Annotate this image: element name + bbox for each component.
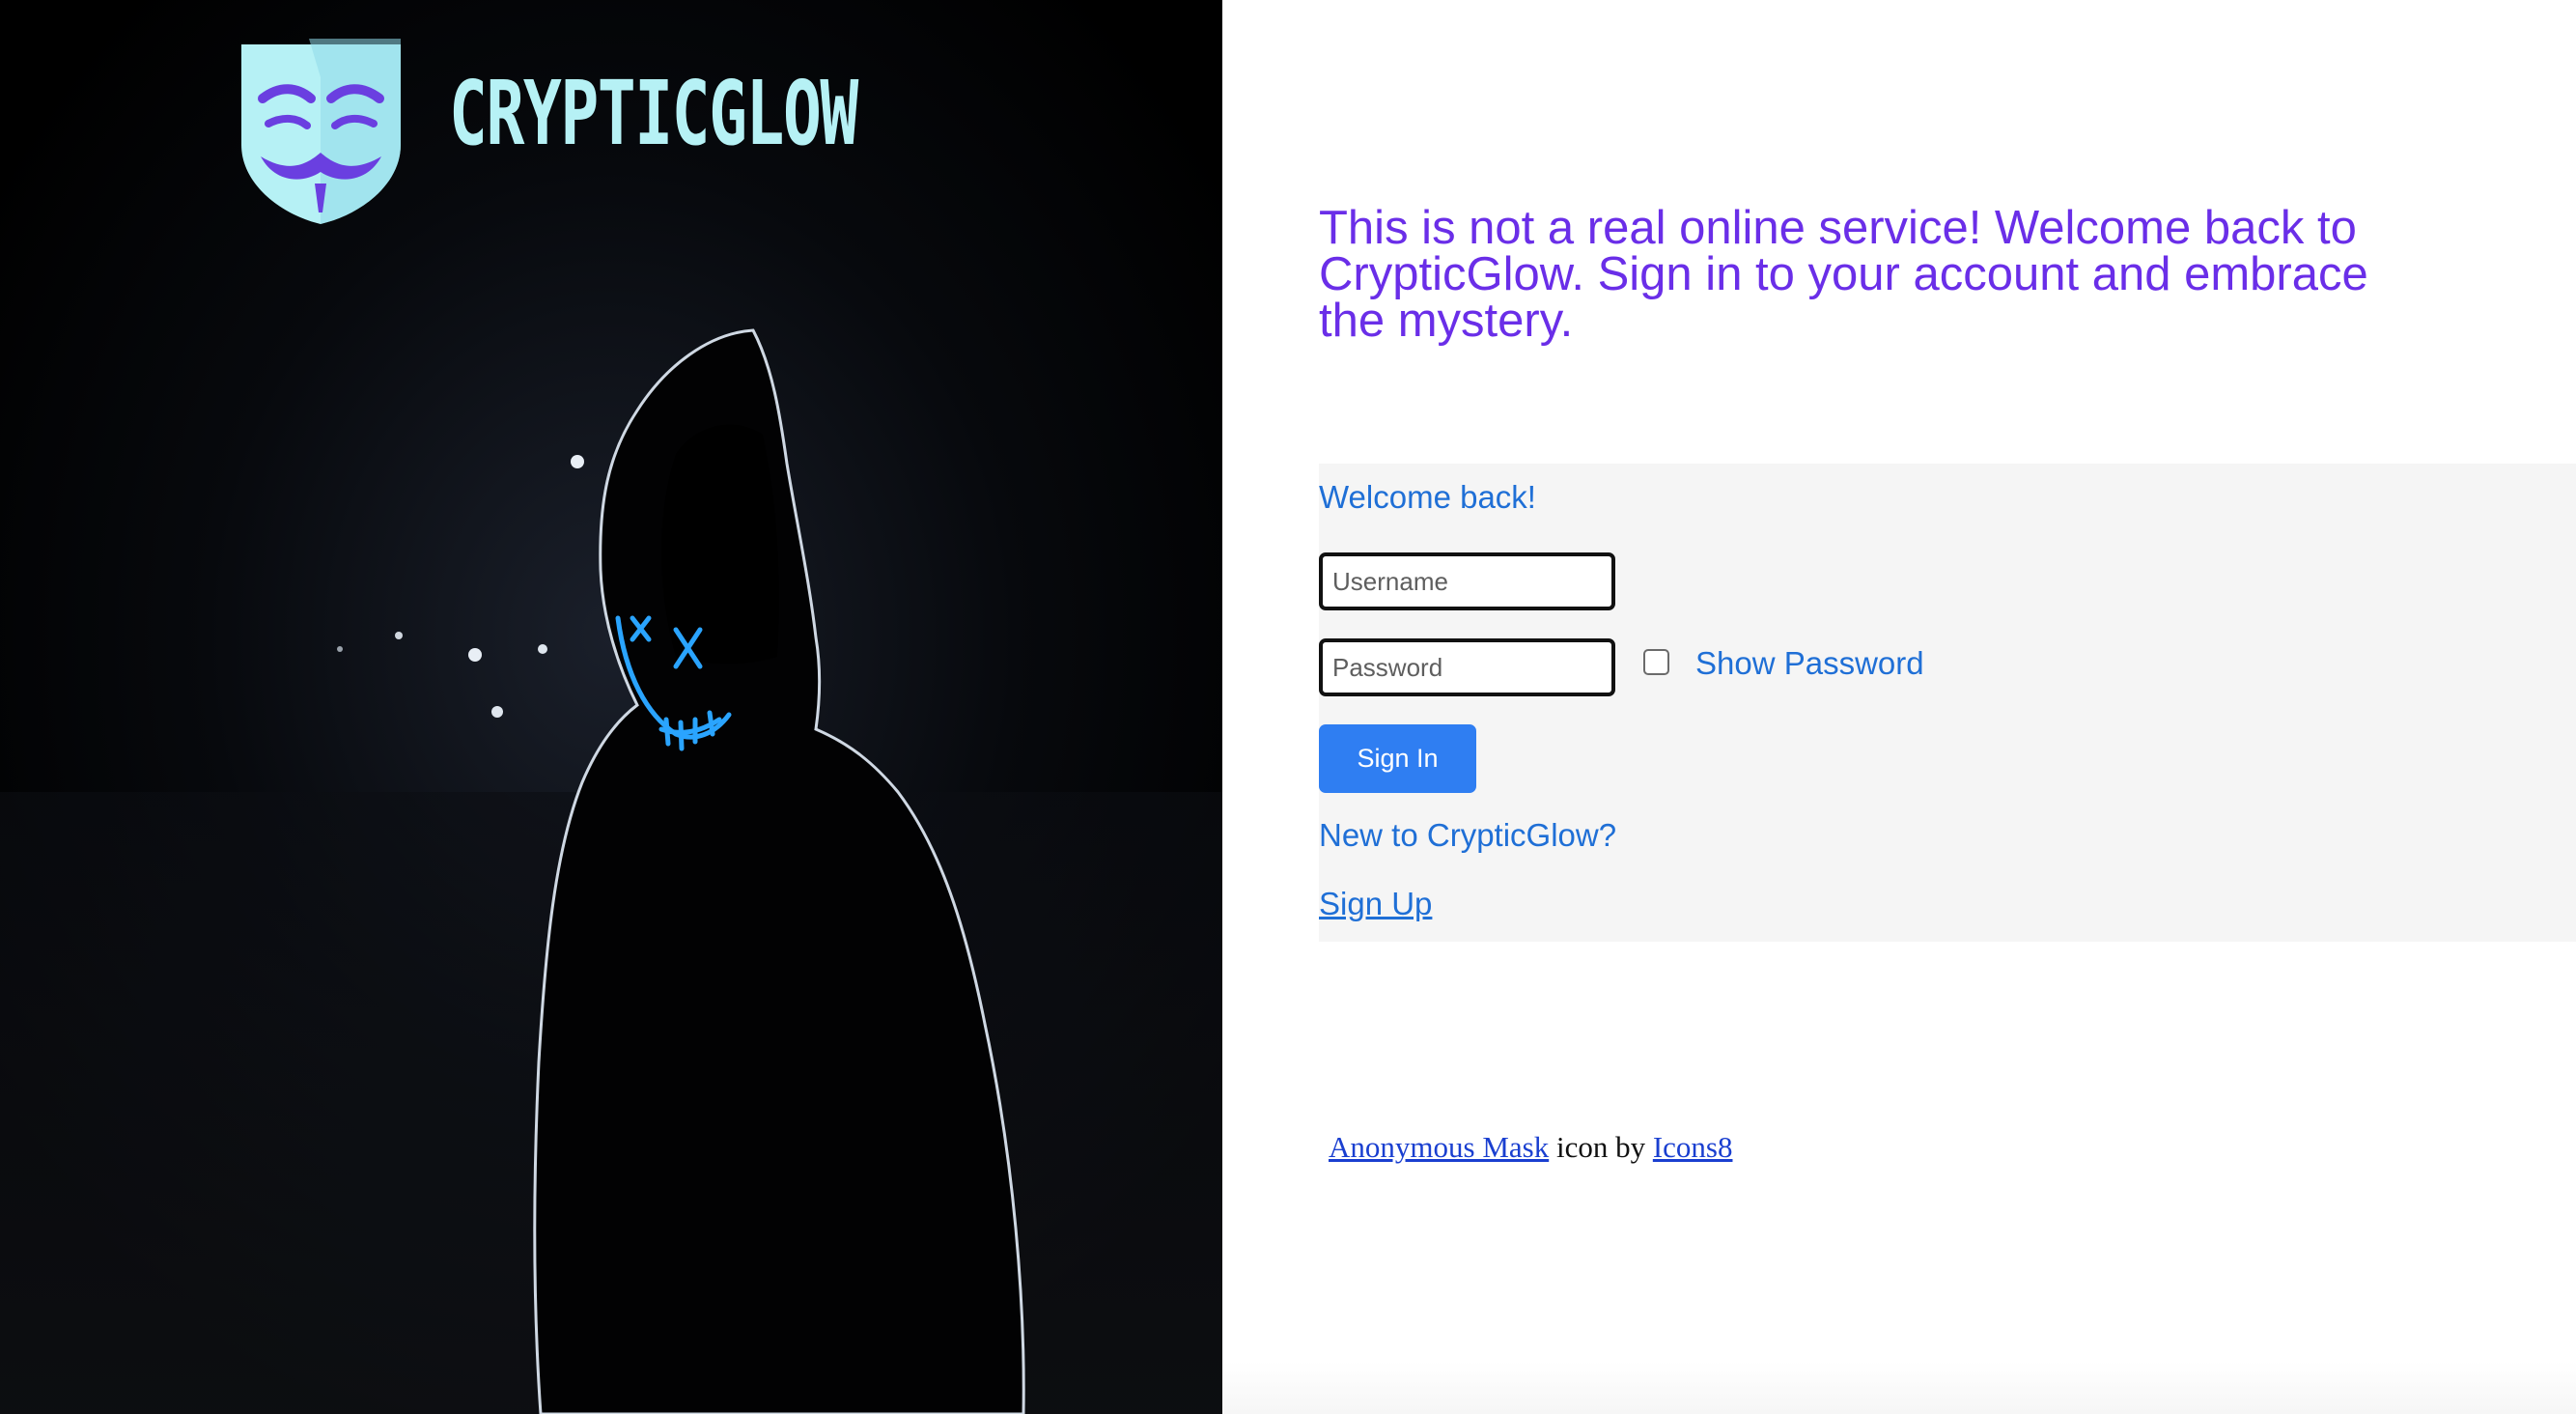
- icons8-link[interactable]: Icons8: [1653, 1130, 1733, 1164]
- anonymous-mask-icon: [241, 39, 401, 224]
- login-panel: This is not a real online service! Welco…: [1222, 0, 2576, 1414]
- login-form: Welcome back! Show Password Sign In New …: [1319, 464, 2576, 942]
- attribution-text: icon by: [1555, 1130, 1646, 1164]
- new-user-prompt: New to CrypticGlow?: [1319, 817, 1617, 853]
- show-password-label[interactable]: Show Password: [1695, 645, 1924, 682]
- hero-panel: CRYPTICGLOW: [0, 0, 1222, 1414]
- bottom-strip: [1222, 1362, 2576, 1414]
- password-input[interactable]: [1319, 638, 1615, 696]
- show-password-checkbox[interactable]: [1643, 649, 1669, 675]
- anonymous-mask-link[interactable]: Anonymous Mask: [1329, 1130, 1549, 1164]
- hero-image: [0, 0, 1222, 1414]
- username-input[interactable]: [1319, 552, 1615, 610]
- page-headline: This is not a real online service! Welco…: [1319, 202, 2368, 347]
- icon-attribution: Anonymous Mask icon by Icons8: [1329, 1130, 1732, 1165]
- brand-name: CRYPTICGLOW: [449, 62, 858, 165]
- sign-up-link[interactable]: Sign Up: [1319, 886, 1432, 922]
- sign-in-button[interactable]: Sign In: [1319, 724, 1476, 793]
- welcome-heading: Welcome back!: [1319, 479, 1536, 515]
